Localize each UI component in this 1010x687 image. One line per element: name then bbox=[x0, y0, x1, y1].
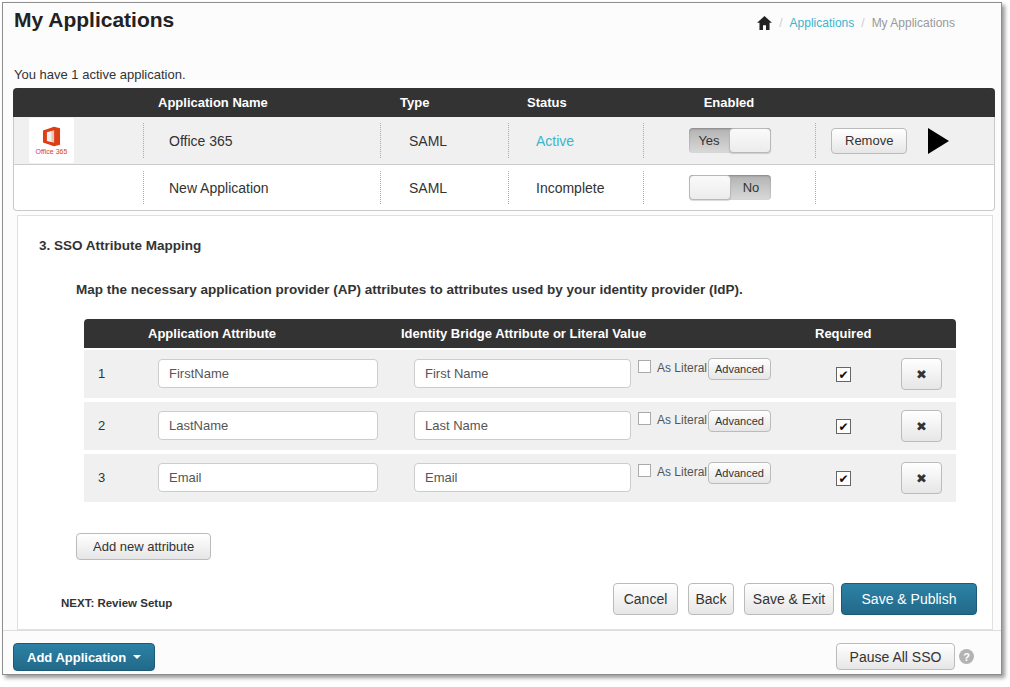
footer-divider bbox=[3, 630, 1001, 631]
as-literal-checkbox[interactable] bbox=[638, 464, 651, 477]
active-count-text: You have 1 active application. bbox=[14, 67, 186, 82]
as-literal-label: As Literal bbox=[657, 361, 707, 375]
idp-attribute-input[interactable] bbox=[414, 411, 631, 440]
section-title: 3. SSO Attribute Mapping bbox=[39, 238, 201, 253]
app-row-new-application[interactable]: New Application SAML Incomplete No bbox=[14, 165, 994, 210]
breadcrumb-separator: / bbox=[861, 16, 864, 30]
breadcrumb-separator: / bbox=[779, 16, 782, 30]
col-status: Status bbox=[508, 88, 643, 117]
row-number: 2 bbox=[98, 402, 105, 450]
delete-attribute-button[interactable]: ✖ bbox=[901, 462, 942, 494]
attribute-mapping-table: Application Attribute Identity Bridge At… bbox=[84, 319, 956, 506]
app-attribute-input[interactable] bbox=[158, 359, 378, 388]
enabled-toggle-no[interactable]: No bbox=[689, 175, 771, 200]
toggle-knob bbox=[729, 128, 771, 153]
help-icon[interactable]: ? bbox=[959, 649, 974, 664]
expand-arrow-icon[interactable] bbox=[928, 128, 949, 154]
next-step-label: NEXT: Review Setup bbox=[61, 597, 172, 609]
app-type: SAML bbox=[381, 117, 509, 164]
row-number: 3 bbox=[98, 454, 105, 502]
app-name: Office 365 bbox=[144, 117, 381, 164]
save-exit-button[interactable]: Save & Exit bbox=[744, 583, 834, 615]
idp-attribute-input[interactable] bbox=[414, 359, 631, 388]
toggle-knob bbox=[689, 175, 731, 200]
mapping-table-header: Application Attribute Identity Bridge At… bbox=[84, 319, 956, 348]
home-icon[interactable] bbox=[757, 16, 772, 30]
app-status: Incomplete bbox=[509, 165, 644, 210]
col-icon bbox=[13, 88, 143, 117]
mapping-row-3: 3 As Literal Advanced ✔ ✖ bbox=[84, 454, 956, 502]
required-checkbox[interactable]: ✔ bbox=[836, 367, 851, 382]
advanced-button[interactable]: Advanced bbox=[708, 410, 771, 432]
add-application-button[interactable]: Add Application bbox=[13, 643, 155, 671]
col-actions bbox=[815, 88, 995, 117]
app-name: New Application bbox=[144, 165, 381, 210]
app-status: Active bbox=[536, 133, 574, 149]
required-checkbox[interactable]: ✔ bbox=[836, 419, 851, 434]
col-application-name: Application Name bbox=[143, 88, 380, 117]
idp-attribute-input[interactable] bbox=[414, 463, 631, 492]
col-enabled: Enabled bbox=[643, 88, 815, 117]
app-type: SAML bbox=[381, 165, 509, 210]
cancel-button[interactable]: Cancel bbox=[613, 583, 678, 615]
enabled-toggle-yes[interactable]: Yes bbox=[689, 128, 771, 153]
app-row-office-365[interactable]: Office 365 Office 365 SAML Active Yes Re… bbox=[14, 117, 994, 165]
mapping-row-2: 2 As Literal Advanced ✔ ✖ bbox=[84, 402, 956, 450]
advanced-button[interactable]: Advanced bbox=[708, 358, 771, 380]
delete-attribute-button[interactable]: ✖ bbox=[901, 358, 942, 390]
caret-down-icon bbox=[133, 655, 141, 659]
add-application-label: Add Application bbox=[27, 650, 126, 665]
sso-mapping-panel: 3. SSO Attribute Mapping Map the necessa… bbox=[17, 215, 993, 630]
breadcrumb: / Applications / My Applications bbox=[757, 16, 955, 30]
mapping-row-1: 1 As Literal Advanced ✔ ✖ bbox=[84, 350, 956, 398]
as-literal-checkbox[interactable] bbox=[638, 412, 651, 425]
back-button[interactable]: Back bbox=[688, 583, 734, 615]
delete-attribute-button[interactable]: ✖ bbox=[901, 410, 942, 442]
applications-table-header: Application Name Type Status Enabled bbox=[13, 88, 995, 117]
remove-button[interactable]: Remove bbox=[831, 128, 907, 154]
as-literal-label: As Literal bbox=[657, 413, 707, 427]
pause-all-sso-button[interactable]: Pause All SSO bbox=[836, 643, 955, 670]
col-type: Type bbox=[380, 88, 508, 117]
toggle-label: No bbox=[731, 175, 771, 200]
app-attribute-input[interactable] bbox=[158, 411, 378, 440]
toggle-label: Yes bbox=[689, 128, 729, 153]
as-literal-label: As Literal bbox=[657, 465, 707, 479]
add-new-attribute-button[interactable]: Add new attribute bbox=[76, 533, 211, 560]
col-application-attribute: Application Attribute bbox=[148, 326, 276, 341]
col-identity-bridge-attribute: Identity Bridge Attribute or Literal Val… bbox=[401, 326, 646, 341]
office-365-logo: Office 365 bbox=[29, 118, 74, 163]
save-publish-button[interactable]: Save & Publish bbox=[841, 583, 977, 615]
mapping-instruction: Map the necessary application provider (… bbox=[76, 282, 743, 297]
advanced-button[interactable]: Advanced bbox=[708, 462, 771, 484]
app-attribute-input[interactable] bbox=[158, 463, 378, 492]
required-checkbox[interactable]: ✔ bbox=[836, 471, 851, 486]
applications-table: Application Name Type Status Enabled Off… bbox=[13, 88, 995, 211]
breadcrumb-applications[interactable]: Applications bbox=[790, 16, 855, 30]
page-title: My Applications bbox=[14, 8, 174, 32]
breadcrumb-current: My Applications bbox=[872, 16, 955, 30]
row-number: 1 bbox=[98, 350, 105, 398]
as-literal-checkbox[interactable] bbox=[638, 360, 651, 373]
col-required: Required bbox=[815, 326, 871, 341]
office-365-logo-text: Office 365 bbox=[36, 148, 68, 155]
